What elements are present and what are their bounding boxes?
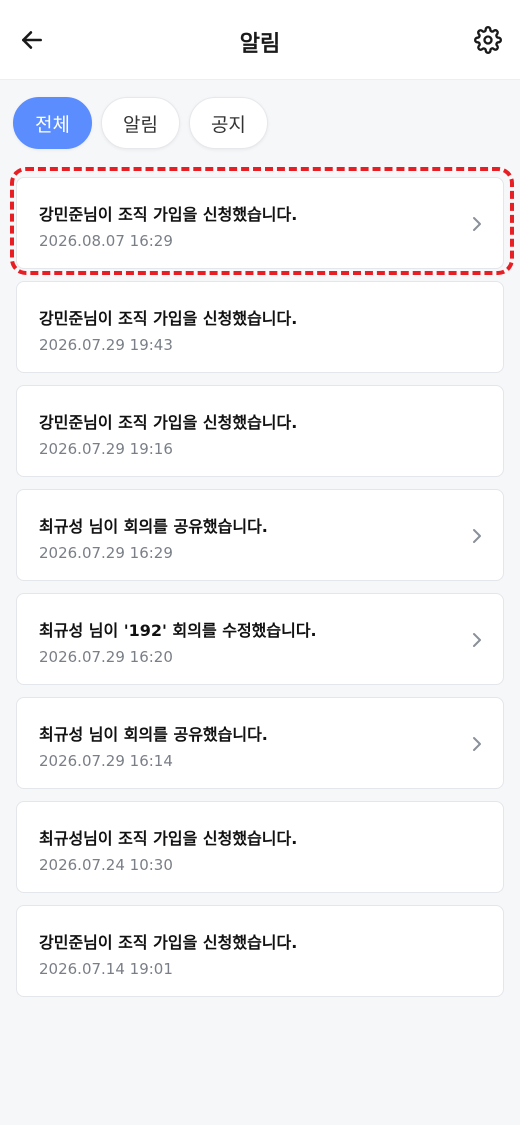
notification-list: 강민준님이 조직 가입을 신청했습니다. 2026.08.07 16:29 강민… bbox=[16, 177, 504, 1009]
notification-item[interactable]: 강민준님이 조직 가입을 신청했습니다. 2026.07.14 19:01 bbox=[16, 905, 504, 997]
notification-time: 2026.07.24 10:30 bbox=[39, 856, 173, 874]
app-header: 알림 bbox=[0, 0, 520, 80]
chevron-right-icon bbox=[467, 526, 487, 546]
notification-title: 최규성 님이 '192' 회의를 수정했습니다. bbox=[39, 621, 317, 640]
chevron-right-icon bbox=[467, 734, 487, 754]
chevron-right-icon bbox=[467, 630, 487, 650]
notification-time: 2026.07.14 19:01 bbox=[39, 960, 173, 978]
settings-button[interactable] bbox=[470, 22, 506, 58]
gear-icon bbox=[474, 26, 502, 54]
notification-title: 강민준님이 조직 가입을 신청했습니다. bbox=[39, 309, 298, 328]
page-title: 알림 bbox=[239, 32, 281, 57]
notification-title: 강민준님이 조직 가입을 신청했습니다. bbox=[39, 205, 298, 224]
notification-time: 2026.07.29 19:43 bbox=[39, 336, 173, 354]
notification-item[interactable]: 최규성님이 조직 가입을 신청했습니다. 2026.07.24 10:30 bbox=[16, 801, 504, 893]
notification-time: 2026.07.29 16:14 bbox=[39, 752, 173, 770]
tab-notice[interactable]: 공지 bbox=[188, 97, 268, 149]
notification-title: 최규성 님이 회의를 공유했습니다. bbox=[39, 517, 268, 536]
notification-item[interactable]: 최규성 님이 회의를 공유했습니다. 2026.07.29 16:14 bbox=[16, 697, 504, 789]
notification-title: 최규성님이 조직 가입을 신청했습니다. bbox=[39, 829, 298, 848]
notification-item[interactable]: 강민준님이 조직 가입을 신청했습니다. 2026.07.29 19:43 bbox=[16, 281, 504, 373]
tab-notification[interactable]: 알림 bbox=[100, 97, 180, 149]
notification-title: 강민준님이 조직 가입을 신청했습니다. bbox=[39, 933, 298, 952]
notification-time: 2026.07.29 19:16 bbox=[39, 440, 173, 458]
filter-tabs: 전체 알림 공지 bbox=[13, 97, 268, 149]
notification-item[interactable]: 최규성 님이 '192' 회의를 수정했습니다. 2026.07.29 16:2… bbox=[16, 593, 504, 685]
notification-time: 2026.08.07 16:29 bbox=[39, 232, 173, 250]
notification-item[interactable]: 강민준님이 조직 가입을 신청했습니다. 2026.08.07 16:29 bbox=[16, 177, 504, 269]
notification-time: 2026.07.29 16:20 bbox=[39, 648, 173, 666]
chevron-right-icon bbox=[467, 214, 487, 234]
notification-title: 최규성 님이 회의를 공유했습니다. bbox=[39, 725, 268, 744]
tab-all[interactable]: 전체 bbox=[13, 97, 92, 149]
notification-item[interactable]: 강민준님이 조직 가입을 신청했습니다. 2026.07.29 19:16 bbox=[16, 385, 504, 477]
notification-time: 2026.07.29 16:29 bbox=[39, 544, 173, 562]
notification-item[interactable]: 최규성 님이 회의를 공유했습니다. 2026.07.29 16:29 bbox=[16, 489, 504, 581]
notification-title: 강민준님이 조직 가입을 신청했습니다. bbox=[39, 413, 298, 432]
